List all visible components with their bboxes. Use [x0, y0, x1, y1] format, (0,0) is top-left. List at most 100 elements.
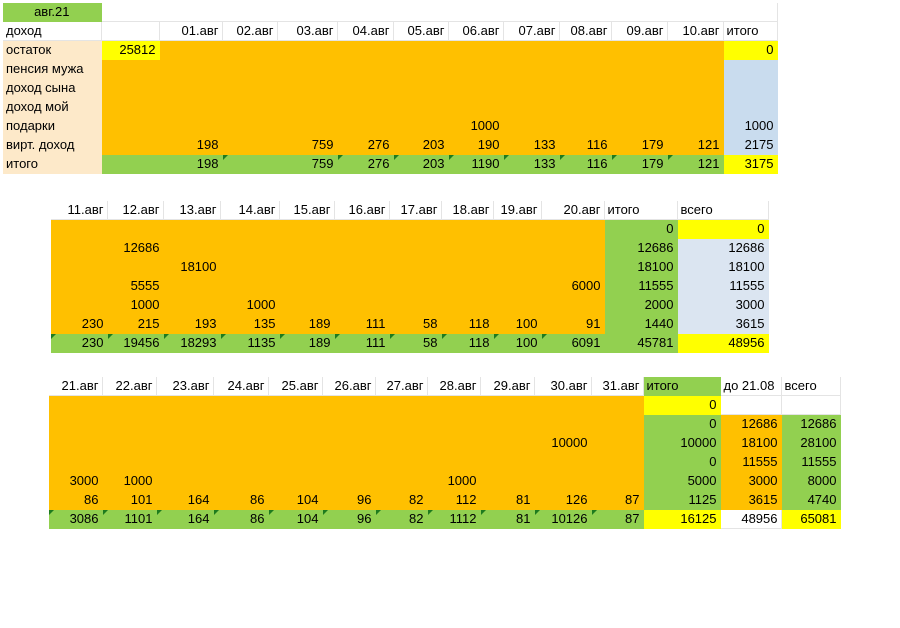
table-cell[interactable]: 111 [334, 314, 390, 334]
table-cell[interactable] [667, 59, 724, 79]
table-cell[interactable] [480, 452, 535, 472]
header-cell[interactable]: 24.авг [213, 377, 269, 396]
table-cell[interactable]: 18100 [163, 257, 221, 277]
table-cell[interactable] [220, 238, 280, 258]
table-cell[interactable] [322, 471, 376, 491]
table-cell[interactable] [51, 276, 108, 296]
table-cell[interactable]: 126 [534, 490, 592, 510]
table-cell[interactable] [559, 78, 612, 98]
table-cell[interactable] [334, 238, 390, 258]
total-cell[interactable] [723, 59, 778, 79]
table-cell[interactable] [101, 116, 160, 136]
row-label[interactable]: остаток [3, 40, 102, 60]
table-cell[interactable]: 759 [277, 154, 338, 174]
table-cell[interactable] [393, 116, 449, 136]
table-cell[interactable] [591, 395, 644, 415]
table-cell[interactable] [667, 78, 724, 98]
table-cell[interactable]: 230 [51, 314, 108, 334]
table-cell[interactable] [49, 414, 103, 434]
table-cell[interactable]: 215 [107, 314, 164, 334]
header-cell[interactable]: итого [643, 377, 721, 396]
header-cell[interactable]: 26.авг [322, 377, 376, 396]
table-cell[interactable] [337, 59, 394, 79]
table-cell[interactable] [559, 116, 612, 136]
total-cell[interactable]: 10000 [643, 433, 721, 453]
table-cell[interactable] [268, 414, 323, 434]
table-cell[interactable] [611, 97, 668, 117]
table-cell[interactable] [222, 97, 278, 117]
table-cell[interactable]: 1101 [102, 509, 157, 529]
overall-cell[interactable]: 4740 [781, 490, 841, 510]
table-cell[interactable]: 135 [220, 314, 280, 334]
table-cell[interactable] [375, 471, 428, 491]
table-cell[interactable]: 179 [611, 154, 668, 174]
balance-cell[interactable]: 25812 [101, 40, 160, 60]
header-cell[interactable]: 20.авг [541, 201, 605, 220]
header-cell[interactable]: 11.авг [51, 201, 108, 220]
table-cell[interactable] [375, 395, 428, 415]
header-cell[interactable]: 23.авг [156, 377, 214, 396]
table-cell[interactable] [503, 78, 560, 98]
table-cell[interactable] [220, 257, 280, 277]
table-cell[interactable] [268, 433, 323, 453]
table-cell[interactable] [441, 276, 494, 296]
table-cell[interactable] [102, 433, 157, 453]
table-cell[interactable] [220, 276, 280, 296]
table-cell[interactable] [213, 414, 269, 434]
table-cell[interactable] [611, 40, 668, 60]
table-cell[interactable] [534, 395, 592, 415]
table-cell[interactable]: 1135 [220, 333, 280, 353]
table-cell[interactable] [493, 276, 542, 296]
table-cell[interactable] [213, 433, 269, 453]
table-cell[interactable]: 6000 [541, 276, 605, 296]
table-cell[interactable] [279, 219, 335, 239]
table-cell[interactable] [279, 238, 335, 258]
row-label[interactable]: пенсия мужа [3, 59, 102, 79]
table-cell[interactable]: 91 [541, 314, 605, 334]
table-cell[interactable] [334, 276, 390, 296]
table-cell[interactable]: 82 [375, 490, 428, 510]
table-cell[interactable] [213, 452, 269, 472]
table-cell[interactable] [375, 414, 428, 434]
table-cell[interactable]: 190 [448, 135, 504, 155]
table-cell[interactable] [393, 97, 449, 117]
table-cell[interactable] [667, 40, 724, 60]
table-cell[interactable] [448, 40, 504, 60]
table-cell[interactable]: 87 [591, 509, 644, 529]
total-cell[interactable]: 2175 [723, 135, 778, 155]
table-cell[interactable] [493, 219, 542, 239]
table-cell[interactable] [334, 295, 390, 315]
header-cell[interactable]: 28.авг [427, 377, 481, 396]
table-cell[interactable]: 1000 [107, 295, 164, 315]
before-cell[interactable]: 12686 [720, 414, 782, 434]
row-label[interactable]: подарки [3, 116, 102, 136]
table-cell[interactable] [389, 238, 442, 258]
table-cell[interactable] [156, 395, 214, 415]
table-cell[interactable] [493, 238, 542, 258]
header-cell[interactable]: 08.авг [559, 21, 612, 41]
table-cell[interactable] [591, 471, 644, 491]
table-cell[interactable]: 104 [268, 490, 323, 510]
table-cell[interactable]: 6091 [541, 333, 605, 353]
table-cell[interactable] [337, 97, 394, 117]
table-cell[interactable] [334, 257, 390, 277]
table-cell[interactable] [51, 295, 108, 315]
overall-cell[interactable]: 12686 [781, 414, 841, 434]
table-cell[interactable]: 81 [480, 509, 535, 529]
table-cell[interactable] [337, 78, 394, 98]
before-cell[interactable]: 18100 [720, 433, 782, 453]
table-cell[interactable]: 133 [503, 154, 560, 174]
header-cell[interactable]: 14.авг [220, 201, 280, 220]
table-cell[interactable] [541, 219, 605, 239]
grand-total-cell[interactable]: 3175 [723, 154, 778, 174]
overall-cell[interactable]: 12686 [677, 238, 769, 258]
table-cell[interactable] [541, 238, 605, 258]
table-cell[interactable] [279, 276, 335, 296]
table-cell[interactable] [156, 471, 214, 491]
overall-cell[interactable]: 11555 [677, 276, 769, 296]
table-cell[interactable] [159, 97, 223, 117]
table-cell[interactable]: 276 [337, 154, 394, 174]
table-cell[interactable] [277, 78, 338, 98]
table-cell[interactable] [611, 116, 668, 136]
table-cell[interactable] [49, 433, 103, 453]
